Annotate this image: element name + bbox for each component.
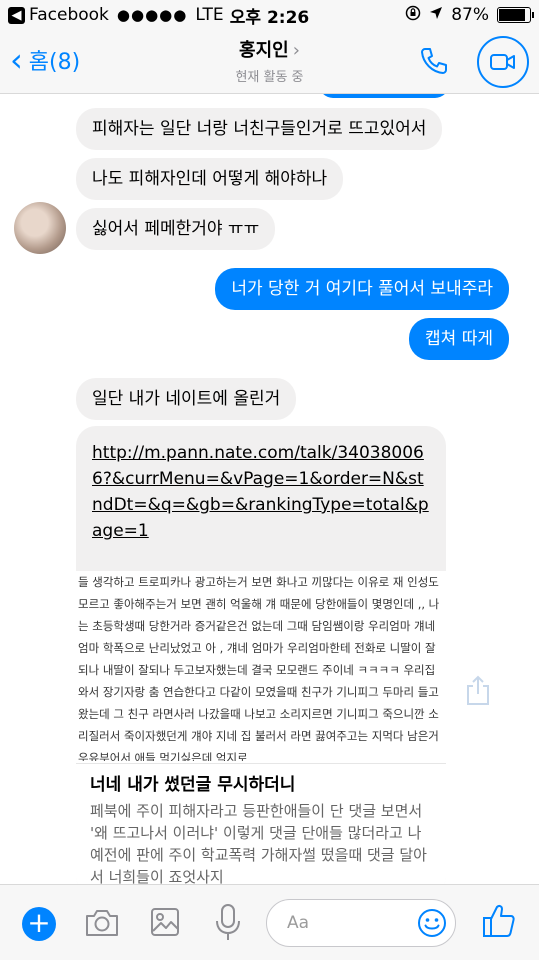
message-bubble-outgoing[interactable]: 너가 당한 거 여기다 풀어서 보내주라 <box>215 268 509 310</box>
article-preview: 너네 내가 썼던글 무시하더니 페북에 주이 피해자라고 등판한애들이 단 댓글… <box>76 763 446 884</box>
composer-toolbar: + Aa <box>0 884 539 960</box>
preview-image-text: 들 생각하고 트로피카나 광고하는거 보면 화나고 끼많다는 이유로 재 인성도… <box>78 575 440 761</box>
link-preview-image: 들 생각하고 트로피카나 광고하는거 보면 화나고 끼많다는 이유로 재 인성도… <box>76 571 446 884</box>
message-bubble-incoming[interactable]: 일단 내가 네이트에 올린거 <box>76 378 297 420</box>
video-icon <box>490 54 515 70</box>
rotation-lock-icon <box>405 5 421 26</box>
contact-avatar[interactable] <box>14 202 66 254</box>
link-preview-card[interactable]: http://m.pann.nate.com/talk/340380066?&c… <box>76 426 446 884</box>
message-bubble-incoming[interactable]: 피해자는 일단 너랑 너친구들인거로 뜨고있어서 <box>76 108 443 150</box>
microphone-icon <box>216 904 240 940</box>
carrier-label: LTE <box>195 5 224 25</box>
video-call-button[interactable] <box>477 36 529 88</box>
article-title: 너네 내가 썼던글 무시하더니 <box>90 775 296 795</box>
message-bubble-outgoing[interactable]: 캡쳐 따게 <box>409 318 509 360</box>
article-body: 페북에 주이 피해자라고 등판한애들이 단 댓글 보면서 '왜 뜨고나서 이러냐… <box>90 802 427 884</box>
share-button[interactable] <box>464 674 492 706</box>
plus-icon: + <box>27 906 51 939</box>
camera-icon <box>86 910 118 936</box>
contact-status: 현재 활동 중 <box>235 70 304 85</box>
back-to-app[interactable]: ◀ Facebook <box>8 5 109 25</box>
message-list[interactable]: 피해자는 일단 너랑 너친구들인거로 뜨고있어서 나도 피해자인데 어떻게 해야… <box>0 94 539 884</box>
share-icon <box>467 675 489 705</box>
photo-button[interactable] <box>150 907 180 941</box>
conversation-header: ‹ 홈(8) 홍지인 › 현재 활동 중 <box>0 30 539 94</box>
message-bubble-incoming[interactable]: 나도 피해자인데 어떻게 해야하나 <box>76 158 344 200</box>
phone-call-button[interactable] <box>417 44 451 78</box>
message-input[interactable]: Aa <box>266 899 456 947</box>
message-input-placeholder: Aa <box>287 913 310 933</box>
more-options-button[interactable]: + <box>22 907 56 941</box>
back-app-label: Facebook <box>29 5 109 25</box>
camera-button[interactable] <box>84 907 120 943</box>
battery-percent: 87% <box>451 5 489 25</box>
chevron-right-icon: › <box>292 40 300 61</box>
previous-message-bubble <box>319 94 449 98</box>
phone-icon <box>421 48 447 74</box>
link-url[interactable]: http://m.pann.nate.com/talk/340380066?&c… <box>76 426 446 558</box>
emoji-button[interactable] <box>417 908 447 938</box>
emoji-icon <box>418 909 446 937</box>
back-arrow-icon: ◀ <box>8 6 25 24</box>
voice-message-button[interactable] <box>214 903 242 947</box>
signal-strength: ●●●●● <box>116 6 188 24</box>
message-bubble-incoming[interactable]: 싫어서 페메한거야 ㅠㅠ <box>76 208 276 250</box>
thumbs-up-icon <box>483 904 515 937</box>
battery-icon <box>497 7 534 23</box>
contact-info[interactable]: 홍지인 › 현재 활동 중 <box>0 36 539 85</box>
contact-name: 홍지인 <box>239 40 289 61</box>
status-bar: ◀ Facebook ●●●●● LTE 오후 2:26 87% <box>0 0 539 30</box>
location-icon <box>429 5 443 25</box>
photo-icon <box>151 908 179 936</box>
like-button[interactable] <box>482 903 516 943</box>
